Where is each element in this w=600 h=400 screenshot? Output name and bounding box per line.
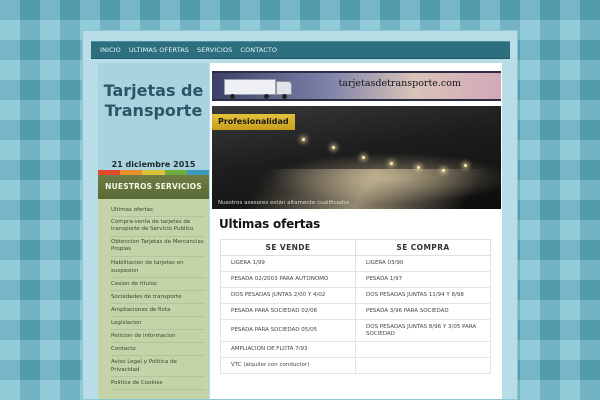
street-light	[362, 156, 365, 159]
site-title[interactable]: Tarjetas de Transporte	[98, 81, 209, 121]
service-link[interactable]: Peticion de informacion	[111, 330, 205, 344]
offers-table: SE VENDE SE COMPRA LIGERA 1/99 LIGERA 03…	[220, 239, 491, 374]
table-row: PESADA PARA SOCIEDAD 05/05 DOS PESADAS J…	[220, 319, 491, 342]
table-row: LIGERA 1/99 LIGERA 03/90	[220, 255, 491, 272]
truck-wheel	[230, 94, 235, 99]
site-date: 21 diciembre 2015	[111, 160, 196, 169]
service-link[interactable]: Ultimas ofertas	[111, 204, 205, 217]
sell-cell: VTC (alquiler con conductor)	[220, 357, 356, 374]
services-widget: NUESTROS SERVICIOS Ultimas ofertas Compr…	[98, 175, 209, 399]
section-title: Ultimas ofertas	[219, 217, 321, 231]
left-sidebar: Tarjetas de Transporte 21 diciembre 2015…	[98, 63, 210, 399]
service-link[interactable]: Politica de Cookies	[111, 377, 205, 391]
buy-cell	[355, 357, 491, 374]
service-link[interactable]: Habilitacion de tarjetas en suspesion	[111, 257, 205, 279]
street-light	[332, 146, 335, 149]
table-row: VTC (alquiler con conductor)	[220, 357, 491, 374]
site-title-line2: Transporte	[104, 101, 203, 120]
services-header: NUESTROS SERVICIOS	[98, 175, 209, 199]
hero-tag: Profesionalidad	[212, 114, 295, 130]
service-link[interactable]: Aviso Legal y Politica de Privacidad	[111, 356, 205, 378]
table-row: PESADA PARA SOCIEDAD 02/06 PESADA 3/96 P…	[220, 303, 491, 320]
sell-cell: AMPLIACION DE FLOTA 7/93	[220, 341, 356, 358]
sell-cell: LIGERA 1/99	[220, 255, 356, 272]
truck-wheel	[282, 94, 287, 99]
service-link[interactable]: Legislacion	[111, 317, 205, 331]
services-list: Ultimas ofertas Compra-venta de tarjetas…	[98, 199, 209, 391]
site-title-line1: Tarjetas de	[103, 81, 204, 100]
header-banner[interactable]: tarjetasdetransporte.com	[212, 71, 501, 101]
nav-servicios[interactable]: SERVICIOS	[197, 46, 232, 54]
service-link[interactable]: Obtencion Tarjetas de Mercancias Propias	[111, 237, 205, 258]
truck-wheel	[264, 94, 269, 99]
truck-trailer-graphic	[224, 79, 276, 95]
table-row: AMPLIACION DE FLOTA 7/93	[220, 341, 491, 358]
nav-contacto[interactable]: CONTACTO	[240, 46, 277, 54]
hero-image: Profesionalidad Nuestros asesores están …	[212, 106, 501, 209]
street-light	[442, 169, 445, 172]
buy-cell: DOS PESADAS JUNTAS 8/96 Y 3/05 PARA SOCI…	[355, 319, 491, 342]
buy-cell	[355, 341, 491, 358]
sell-cell: PESADA 02/2003 PARA AUTONOMO	[220, 271, 356, 288]
main-content: tarjetasdetransporte.com Profesionalidad…	[210, 63, 502, 399]
service-link[interactable]: Ampliaciones de flota	[111, 304, 205, 318]
sell-cell: PESADA PARA SOCIEDAD 05/05	[220, 319, 356, 342]
service-link[interactable]: Sociedades de transporte	[111, 291, 205, 305]
column-header-sell: SE VENDE	[220, 239, 356, 256]
street-light	[464, 164, 467, 167]
truck-cab-graphic	[276, 81, 292, 95]
buy-cell: PESADA 1/97	[355, 271, 491, 288]
page-frame: INICIO ULTIMAS OFERTAS SERVICIOS CONTACT…	[82, 30, 518, 400]
street-light	[390, 162, 393, 165]
top-navigation: INICIO ULTIMAS OFERTAS SERVICIOS CONTACT…	[91, 41, 510, 59]
banner-logo-text: tarjetasdetransporte.com	[338, 78, 461, 89]
table-row: DOS PESADAS JUNTAS 2/00 Y 4/02 DOS PESAD…	[220, 287, 491, 304]
service-link[interactable]: Compra-venta de tarjetas de transporte d…	[111, 217, 205, 238]
hero-caption: Nuestros asesores están altamente cualif…	[218, 200, 350, 206]
column-header-buy: SE COMPRA	[355, 239, 491, 256]
buy-cell: DOS PESADAS JUNTAS 11/94 Y 8/98	[355, 287, 491, 304]
buy-cell: LIGERA 03/90	[355, 255, 491, 272]
sell-cell: DOS PESADAS JUNTAS 2/00 Y 4/02	[220, 287, 356, 304]
street-light	[302, 138, 305, 141]
buy-cell: PESADA 3/96 PARA SOCIEDAD	[355, 303, 491, 320]
street-light	[417, 166, 420, 169]
service-link[interactable]: Cesion de titulos	[111, 278, 205, 292]
nav-inicio[interactable]: INICIO	[100, 46, 121, 54]
nav-ultimas-ofertas[interactable]: ULTIMAS OFERTAS	[129, 46, 189, 54]
sell-cell: PESADA PARA SOCIEDAD 02/06	[220, 303, 356, 320]
service-link[interactable]: Contacto	[111, 343, 205, 357]
table-row: PESADA 02/2003 PARA AUTONOMO PESADA 1/97	[220, 271, 491, 288]
